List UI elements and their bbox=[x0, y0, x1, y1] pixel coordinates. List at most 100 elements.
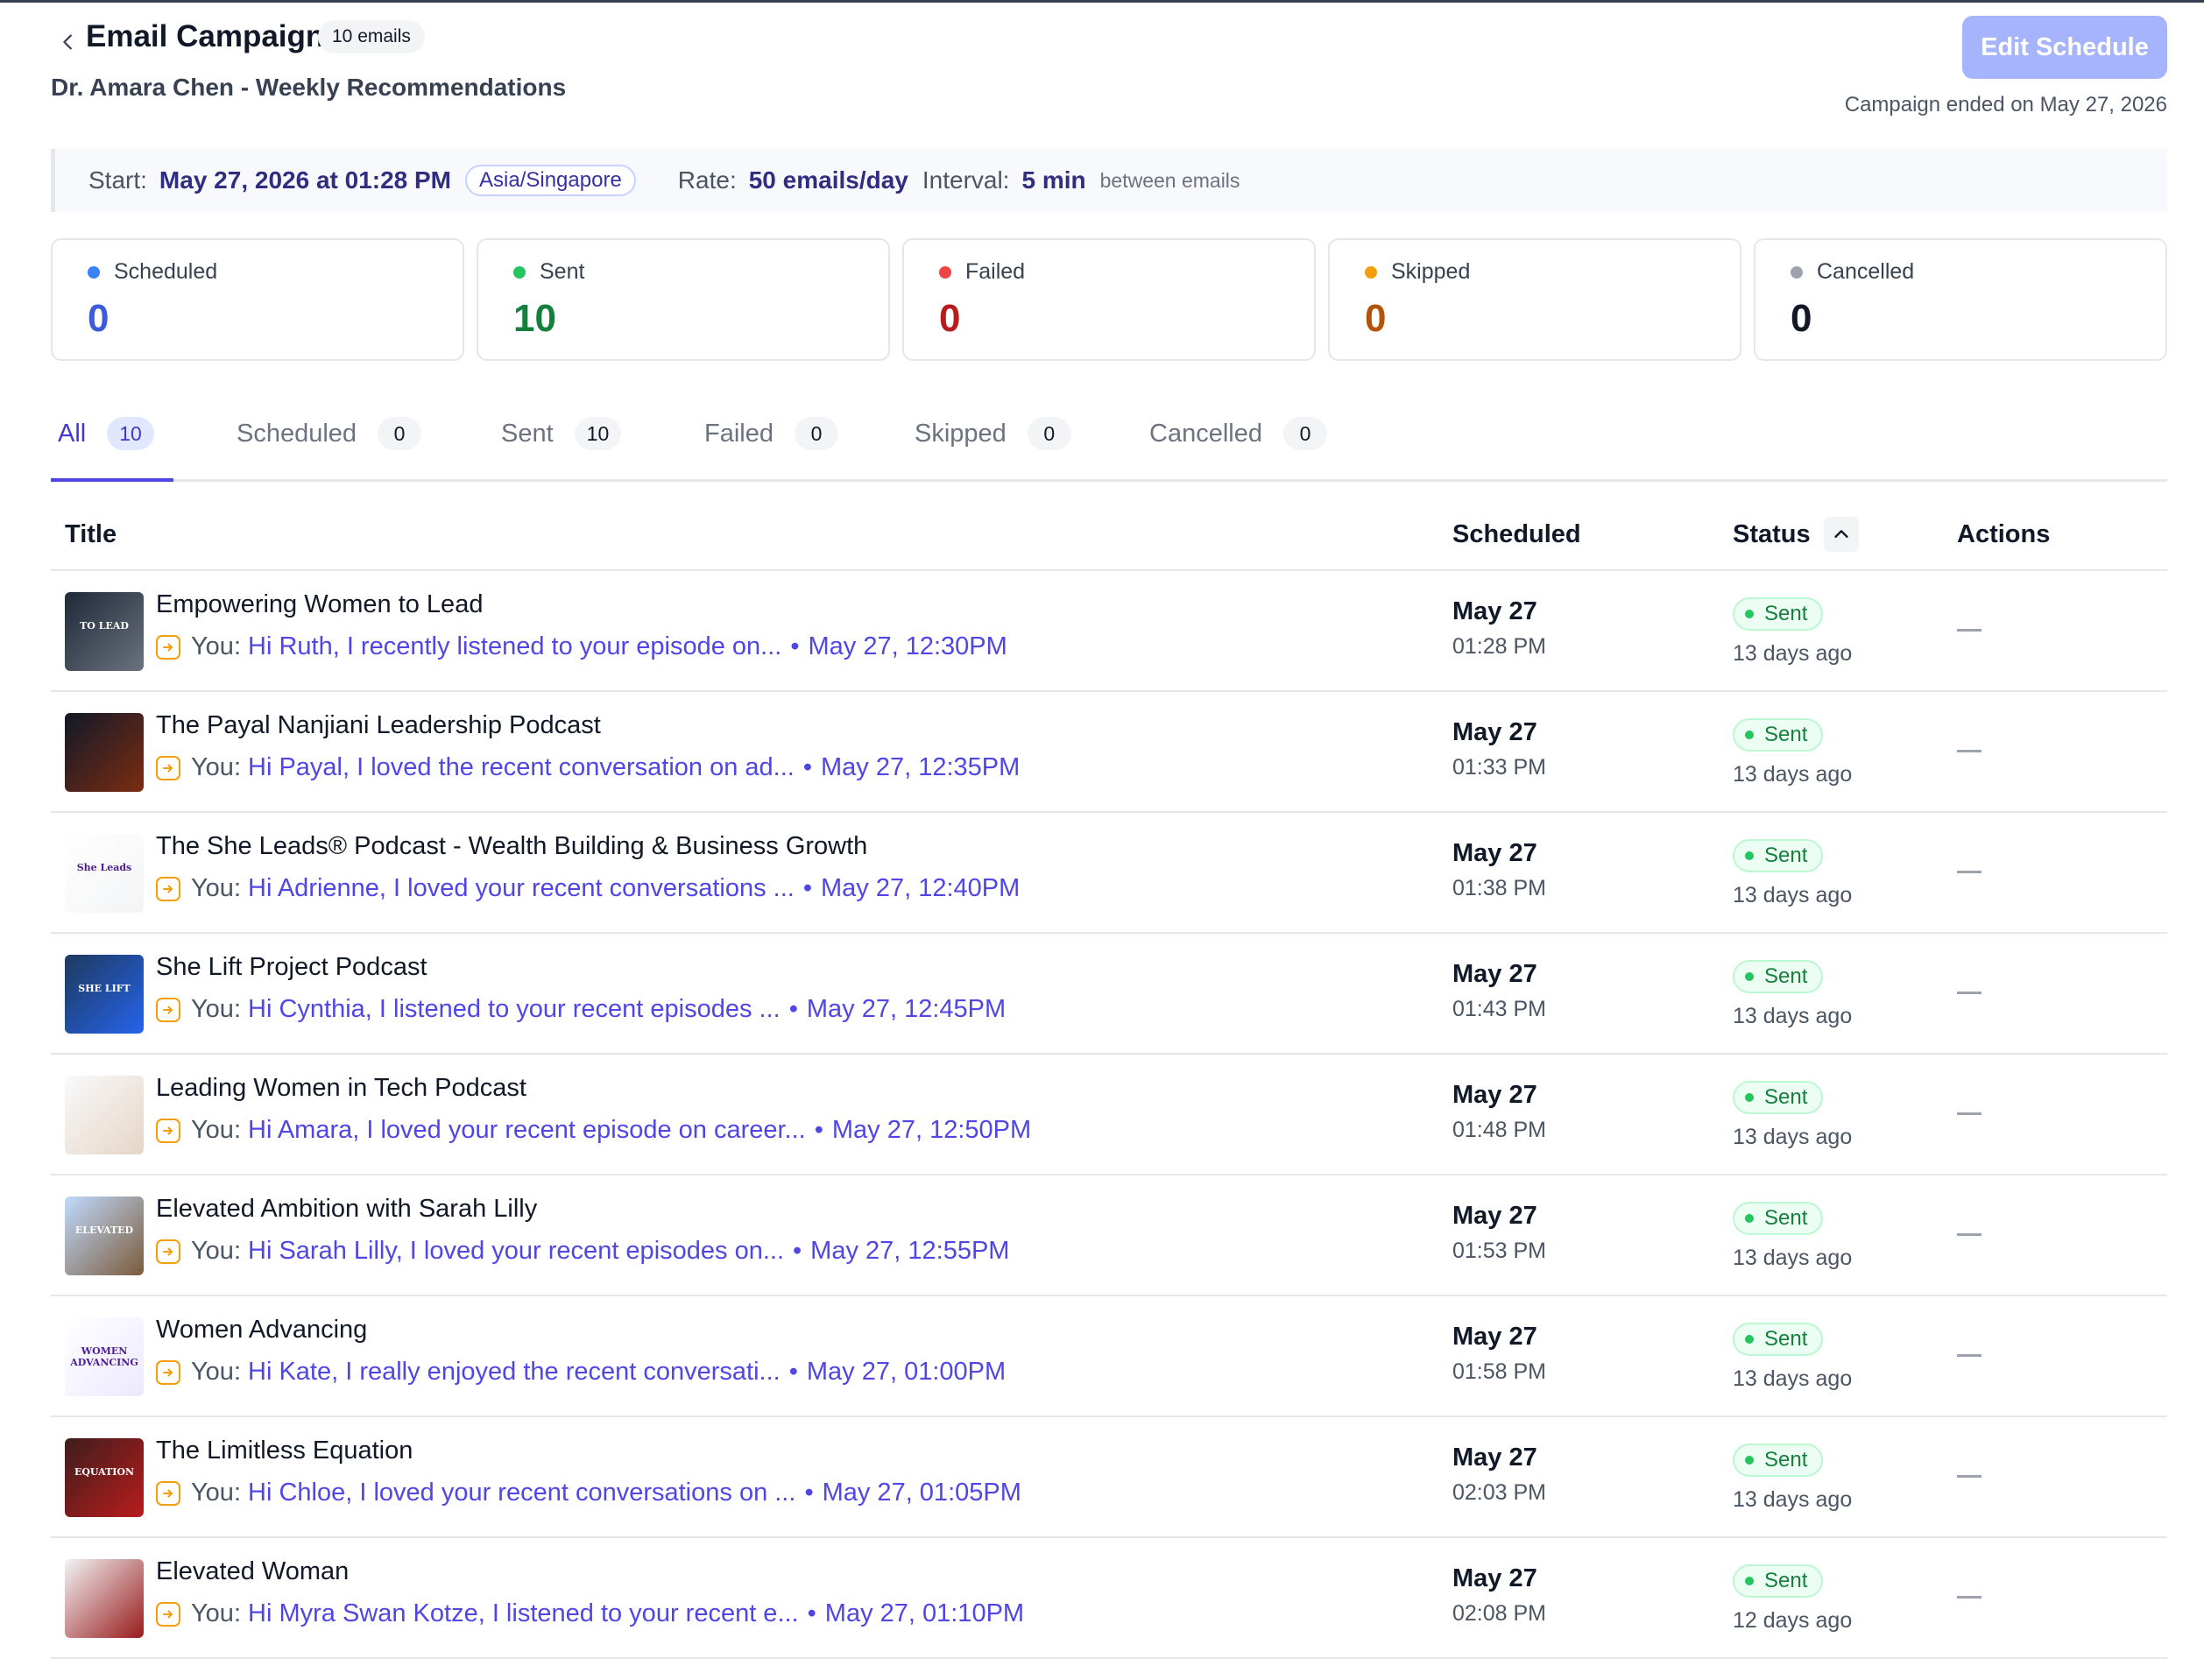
scheduled-date: May 27 bbox=[1452, 839, 1537, 867]
stat-label: Scheduled bbox=[114, 259, 218, 284]
sort-toggle-button[interactable] bbox=[1824, 517, 1859, 552]
edit-schedule-button[interactable]: Edit Schedule bbox=[1962, 16, 2167, 79]
row-title[interactable]: The Payal Nanjiani Leadership Podcast bbox=[156, 711, 601, 740]
message-time: May 27, 12:30PM bbox=[808, 632, 1007, 660]
column-header-status[interactable]: Status bbox=[1733, 520, 1811, 549]
message-preview: Hi Amara, I loved your recent episode on… bbox=[248, 1116, 806, 1144]
stat-cards: Scheduled 0 Sent 10 Failed 0 Skipped 0 C… bbox=[51, 238, 2167, 361]
message-preview: Hi Ruth, I recently listened to your epi… bbox=[248, 632, 782, 660]
table-row[interactable]: SHE LIFT She Lift Project Podcast You: H… bbox=[51, 934, 2167, 1055]
status-badge: Sent bbox=[1733, 1564, 1824, 1598]
table-row[interactable]: She Leads The She Leads® Podcast - Wealt… bbox=[51, 813, 2167, 934]
sender-label: You: bbox=[191, 753, 241, 781]
start-value: May 27, 2026 at 01:28 PM bbox=[159, 166, 452, 194]
scheduled-time: 02:08 PM bbox=[1452, 1601, 1547, 1626]
last-message[interactable]: You: Hi Cynthia, I listened to your rece… bbox=[156, 995, 1006, 1024]
last-message[interactable]: You: Hi Payal, I loved the recent conver… bbox=[156, 753, 1020, 782]
status-label: Sent bbox=[1764, 844, 1808, 867]
column-header-title[interactable]: Title bbox=[65, 520, 117, 549]
sender-label: You: bbox=[191, 1479, 241, 1507]
no-action-dash bbox=[1957, 1475, 1981, 1478]
separator-dot: • bbox=[793, 1237, 802, 1265]
status-relative-time: 13 days ago bbox=[1733, 1487, 1853, 1512]
row-title[interactable]: Empowering Women to Lead bbox=[156, 590, 483, 619]
sender-label: You: bbox=[191, 1599, 241, 1627]
last-message[interactable]: You: Hi Sarah Lilly, I loved your recent… bbox=[156, 1237, 1009, 1266]
sender-label: You: bbox=[191, 1237, 241, 1265]
outgoing-message-icon bbox=[156, 876, 180, 901]
tab-scheduled[interactable]: Scheduled 0 bbox=[237, 410, 422, 482]
no-action-dash bbox=[1957, 992, 1981, 994]
row-title[interactable]: Elevated Ambition with Sarah Lilly bbox=[156, 1195, 537, 1224]
stat-value: 0 bbox=[1791, 297, 1812, 340]
tab-sent[interactable]: Sent 10 bbox=[501, 410, 622, 482]
table-row[interactable]: TO LEAD Empowering Women to Lead You: Hi… bbox=[51, 571, 2167, 692]
last-message[interactable]: You: Hi Ruth, I recently listened to you… bbox=[156, 632, 1007, 661]
back-button[interactable] bbox=[51, 25, 86, 60]
table-row[interactable]: ELEVATED Elevated Ambition with Sarah Li… bbox=[51, 1175, 2167, 1296]
table-header: Title Scheduled Status Actions bbox=[51, 508, 2167, 571]
podcast-thumbnail: WOMEN ADVANCING bbox=[65, 1317, 144, 1396]
table-row[interactable]: The Payal Nanjiani Leadership Podcast Yo… bbox=[51, 692, 2167, 813]
separator-dot: • bbox=[788, 995, 798, 1023]
interval-suffix: between emails bbox=[1099, 168, 1240, 192]
status-dot-icon bbox=[1745, 972, 1754, 981]
last-message[interactable]: You: Hi Amara, I loved your recent episo… bbox=[156, 1116, 1031, 1145]
stat-card-sent: Sent 10 bbox=[477, 238, 890, 361]
tab-count: 0 bbox=[795, 417, 838, 450]
no-action-dash bbox=[1957, 629, 1981, 632]
row-title[interactable]: The Limitless Equation bbox=[156, 1436, 413, 1465]
row-title[interactable]: Leading Women in Tech Podcast bbox=[156, 1074, 526, 1103]
row-title[interactable]: Elevated Woman bbox=[156, 1557, 349, 1586]
row-title[interactable]: The She Leads® Podcast - Wealth Building… bbox=[156, 832, 867, 861]
message-preview: Hi Payal, I loved the recent conversatio… bbox=[248, 753, 795, 781]
table-row[interactable]: WOMEN ADVANCING Women Advancing You: Hi … bbox=[51, 1296, 2167, 1417]
table-row[interactable]: Elevated Woman You: Hi Myra Swan Kotze, … bbox=[51, 1538, 2167, 1659]
podcast-thumbnail: She Leads bbox=[65, 834, 144, 913]
row-title[interactable]: Women Advancing bbox=[156, 1316, 367, 1345]
message-time: May 27, 12:50PM bbox=[831, 1116, 1032, 1144]
stat-label: Sent bbox=[540, 259, 585, 284]
scheduled-time: 01:53 PM bbox=[1452, 1239, 1547, 1263]
tab-count: 0 bbox=[1027, 417, 1071, 450]
table-row[interactable]: EQUATION The Limitless Equation You: Hi … bbox=[51, 1417, 2167, 1538]
message-time: May 27, 01:10PM bbox=[824, 1599, 1025, 1627]
tab-skipped[interactable]: Skipped 0 bbox=[915, 410, 1071, 482]
stat-label: Cancelled bbox=[1817, 259, 1915, 284]
status-dot-icon bbox=[1745, 1335, 1754, 1344]
message-preview: Hi Myra Swan Kotze, I listened to your r… bbox=[248, 1599, 799, 1627]
tab-all[interactable]: All 10 bbox=[58, 410, 154, 482]
table-row[interactable]: Leading Women in Tech Podcast You: Hi Am… bbox=[51, 1055, 2167, 1175]
podcast-thumbnail: EQUATION bbox=[65, 1438, 144, 1517]
outgoing-message-icon bbox=[156, 755, 180, 780]
stat-value: 0 bbox=[939, 297, 961, 340]
tab-failed[interactable]: Failed 0 bbox=[704, 410, 838, 482]
message-time: May 27, 12:35PM bbox=[821, 753, 1021, 781]
message-time: May 27, 12:45PM bbox=[806, 995, 1007, 1023]
last-message[interactable]: You: Hi Chloe, I loved your recent conve… bbox=[156, 1479, 1021, 1507]
last-message[interactable]: You: Hi Myra Swan Kotze, I listened to y… bbox=[156, 1599, 1024, 1628]
status-dot-icon bbox=[1745, 1456, 1754, 1465]
last-message[interactable]: You: Hi Kate, I really enjoyed the recen… bbox=[156, 1358, 1006, 1387]
last-message[interactable]: You: Hi Adrienne, I loved your recent co… bbox=[156, 874, 1020, 903]
status-dot-icon bbox=[88, 265, 100, 279]
page-title: Email Campaign bbox=[86, 19, 325, 53]
stat-card-skipped: Skipped 0 bbox=[1328, 238, 1741, 361]
campaign-ended-text: Campaign ended on May 27, 2026 bbox=[1844, 93, 2167, 116]
status-dot-icon bbox=[1745, 1093, 1754, 1102]
no-action-dash bbox=[1957, 1354, 1981, 1357]
column-header-scheduled[interactable]: Scheduled bbox=[1452, 520, 1581, 549]
separator-dot: • bbox=[788, 1358, 798, 1386]
rate-value: 50 emails/day bbox=[748, 166, 908, 194]
outgoing-message-icon bbox=[156, 1480, 180, 1506]
separator-dot: • bbox=[790, 632, 800, 660]
status-label: Sent bbox=[1764, 964, 1808, 988]
row-title[interactable]: She Lift Project Podcast bbox=[156, 953, 427, 982]
status-label: Sent bbox=[1764, 1206, 1808, 1230]
tab-count: 10 bbox=[574, 417, 622, 450]
stat-card-cancelled: Cancelled 0 bbox=[1754, 238, 2167, 361]
tab-cancelled[interactable]: Cancelled 0 bbox=[1149, 410, 1327, 482]
outgoing-message-icon bbox=[156, 634, 180, 660]
separator-dot: • bbox=[802, 753, 813, 781]
scheduled-date: May 27 bbox=[1452, 718, 1537, 746]
